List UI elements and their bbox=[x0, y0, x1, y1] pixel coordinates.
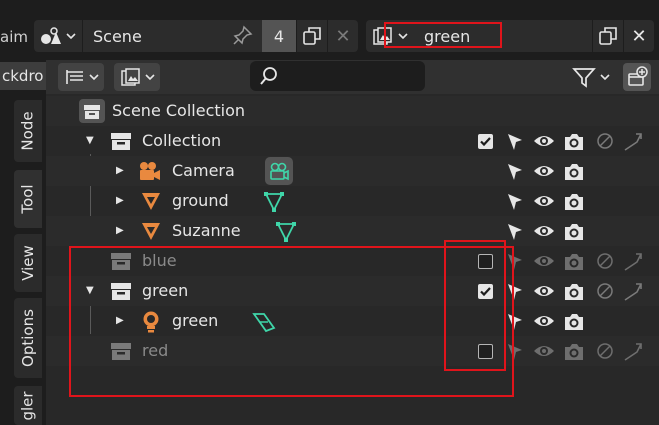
filter-icon bbox=[572, 68, 596, 88]
holdout-icon[interactable] bbox=[596, 252, 614, 270]
camera-data-icon[interactable] bbox=[264, 156, 294, 186]
truncated-menu-label[interactable]: aim bbox=[0, 28, 28, 46]
eye-icon[interactable] bbox=[533, 312, 555, 330]
scene-collection-icon bbox=[79, 99, 105, 123]
tab-node[interactable]: Node bbox=[14, 100, 42, 162]
indirect-only-icon[interactable] bbox=[623, 342, 643, 362]
scene-collection-row[interactable]: Scene Collection bbox=[46, 96, 659, 126]
select-arrow-icon[interactable] bbox=[506, 192, 524, 212]
duplicate-icon[interactable] bbox=[297, 20, 327, 52]
camera-icon bbox=[140, 162, 160, 180]
expand-arrow-icon[interactable]: ▶ bbox=[116, 195, 124, 206]
outliner-row-ground[interactable]: ▶ ground bbox=[46, 186, 659, 216]
highlight-box-checkboxes bbox=[444, 240, 506, 371]
row-label: Camera bbox=[172, 161, 235, 180]
mesh-data-icon[interactable] bbox=[274, 220, 298, 244]
tab-view[interactable]: View bbox=[14, 234, 42, 292]
search-icon bbox=[260, 67, 277, 85]
new-collection-button[interactable] bbox=[623, 63, 651, 91]
outliner-row-suzanne[interactable]: ▶ Suzanne bbox=[46, 216, 659, 246]
view-layer-mode-button[interactable] bbox=[114, 63, 160, 91]
mesh-icon bbox=[142, 193, 160, 210]
select-arrow-icon[interactable] bbox=[506, 132, 524, 152]
eye-icon[interactable] bbox=[533, 192, 555, 210]
expand-arrow-icon[interactable]: ▶ bbox=[116, 225, 124, 236]
chevron-down-icon bbox=[144, 74, 155, 81]
eye-icon[interactable] bbox=[533, 252, 555, 270]
scene-users-count[interactable]: 4 bbox=[262, 20, 296, 52]
render-camera-icon[interactable] bbox=[563, 192, 585, 212]
render-camera-icon[interactable] bbox=[563, 282, 585, 302]
select-arrow-icon[interactable] bbox=[506, 222, 524, 242]
row-label: Scene Collection bbox=[112, 101, 246, 120]
eye-icon[interactable] bbox=[533, 282, 555, 300]
render-camera-icon[interactable] bbox=[563, 342, 585, 362]
render-camera-icon[interactable] bbox=[563, 162, 585, 182]
holdout-icon[interactable] bbox=[596, 282, 614, 300]
scene-icon bbox=[41, 27, 61, 44]
eye-icon[interactable] bbox=[533, 162, 555, 180]
scene-browse-button[interactable] bbox=[34, 20, 82, 52]
new-collection-icon bbox=[628, 66, 648, 86]
display-mode-icon bbox=[65, 70, 83, 84]
render-camera-icon[interactable] bbox=[563, 312, 585, 332]
eye-icon[interactable] bbox=[533, 132, 555, 150]
close-icon[interactable]: ✕ bbox=[624, 20, 654, 52]
chevron-down-icon bbox=[600, 74, 610, 81]
eye-icon[interactable] bbox=[533, 222, 555, 240]
display-mode-button[interactable] bbox=[58, 63, 104, 91]
indirect-only-icon[interactable] bbox=[623, 132, 643, 152]
pin-icon[interactable] bbox=[232, 24, 254, 50]
row-label: Collection bbox=[142, 131, 222, 150]
expand-arrow-icon[interactable]: ▶ bbox=[116, 165, 124, 176]
collection-icon bbox=[111, 133, 131, 150]
tab-node-wrangler[interactable]: gler bbox=[14, 386, 42, 425]
mesh-icon bbox=[142, 223, 160, 240]
backdrop-button[interactable]: ckdro bbox=[0, 62, 46, 90]
chevron-down-icon bbox=[88, 74, 99, 81]
expand-arrow-icon[interactable]: ▼ bbox=[86, 135, 94, 146]
eye-icon[interactable] bbox=[533, 342, 555, 360]
search-input[interactable] bbox=[250, 61, 425, 91]
outliner-row-camera[interactable]: ▶ Camera bbox=[46, 156, 659, 186]
outliner-row-collection[interactable]: ▼ Collection bbox=[46, 126, 659, 156]
indirect-only-icon[interactable] bbox=[623, 252, 643, 272]
exclude-checkbox[interactable] bbox=[478, 134, 493, 149]
render-camera-icon[interactable] bbox=[563, 252, 585, 272]
render-camera-icon[interactable] bbox=[563, 132, 585, 152]
outliner-header bbox=[46, 60, 659, 94]
duplicate-icon[interactable] bbox=[593, 20, 623, 52]
row-label: Suzanne bbox=[172, 221, 241, 240]
filter-button[interactable] bbox=[565, 63, 617, 91]
holdout-icon[interactable] bbox=[596, 132, 614, 150]
tab-tool[interactable]: Tool bbox=[14, 170, 42, 228]
select-arrow-icon[interactable] bbox=[506, 162, 524, 182]
row-label: ground bbox=[172, 191, 229, 210]
tab-options[interactable]: Options bbox=[14, 298, 42, 378]
highlight-box-view-layer bbox=[384, 22, 502, 48]
chevron-down-icon bbox=[66, 33, 76, 40]
indirect-only-icon[interactable] bbox=[623, 282, 643, 302]
close-icon[interactable]: ✕ bbox=[328, 20, 358, 52]
top-bar: aim Scene 4 ✕ green ✕ bbox=[0, 0, 659, 60]
mesh-data-icon[interactable] bbox=[262, 190, 286, 214]
view-layer-icon bbox=[120, 68, 140, 86]
holdout-icon[interactable] bbox=[596, 342, 614, 360]
render-camera-icon[interactable] bbox=[563, 222, 585, 242]
